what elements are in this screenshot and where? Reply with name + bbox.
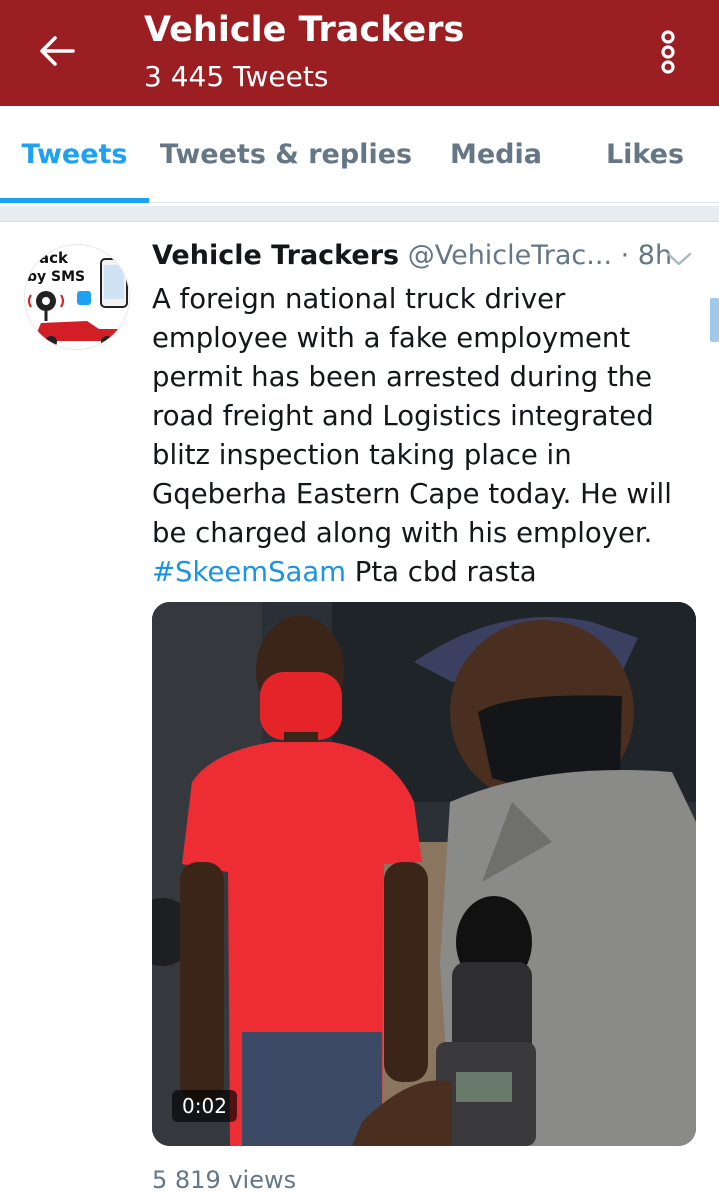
tab-media[interactable]: Media [432, 106, 560, 202]
arrow-left-icon [40, 36, 75, 66]
author-name[interactable]: Vehicle Trackers [152, 240, 399, 271]
video-frame-image [152, 602, 696, 1146]
back-button[interactable] [32, 26, 82, 76]
vehicle-trackers-logo: ack by SMS [27, 249, 128, 348]
chevron-down-icon [666, 252, 692, 266]
tweet-header: Vehicle Trackers @VehicleTrac... · 8h [152, 240, 712, 280]
tab-likes[interactable]: Likes [580, 106, 710, 202]
tweet[interactable]: ack by SMS Vehicle Trackers @VehicleTrac… [0, 222, 719, 1202]
tweet-count: 3 445 Tweets [144, 60, 329, 93]
tab-tweets-replies[interactable]: Tweets & replies [158, 106, 414, 202]
overflow-menu-button[interactable] [650, 24, 686, 80]
active-tab-indicator [0, 198, 149, 203]
profile-title: Vehicle Trackers [144, 10, 465, 50]
tweet-text-tail: Pta cbd rasta [346, 556, 537, 588]
tab-tweets[interactable]: Tweets [0, 106, 149, 202]
profile-header: Vehicle Trackers 3 445 Tweets [0, 0, 719, 106]
tweet-body: A foreign national truck driver employee… [152, 283, 672, 549]
tweet-text: A foreign national truck driver employee… [152, 280, 704, 592]
avatar[interactable]: ack by SMS [24, 244, 130, 350]
hashtag-link[interactable]: #SkeemSaam [152, 556, 346, 588]
video-player[interactable]: 0:02 [152, 602, 696, 1146]
vertical-dots-icon [661, 30, 675, 74]
tweet-options-button[interactable] [664, 244, 694, 274]
video-duration: 0:02 [172, 1090, 237, 1122]
section-divider [0, 206, 719, 222]
view-count: 5 819 views [152, 1166, 297, 1194]
avatar-text-1: ack [39, 249, 69, 267]
profile-tabs: Tweets Tweets & replies Media Likes [0, 106, 719, 203]
author-handle[interactable]: @VehicleTrac... [408, 240, 612, 271]
avatar-text-2: by SMS [27, 269, 85, 285]
